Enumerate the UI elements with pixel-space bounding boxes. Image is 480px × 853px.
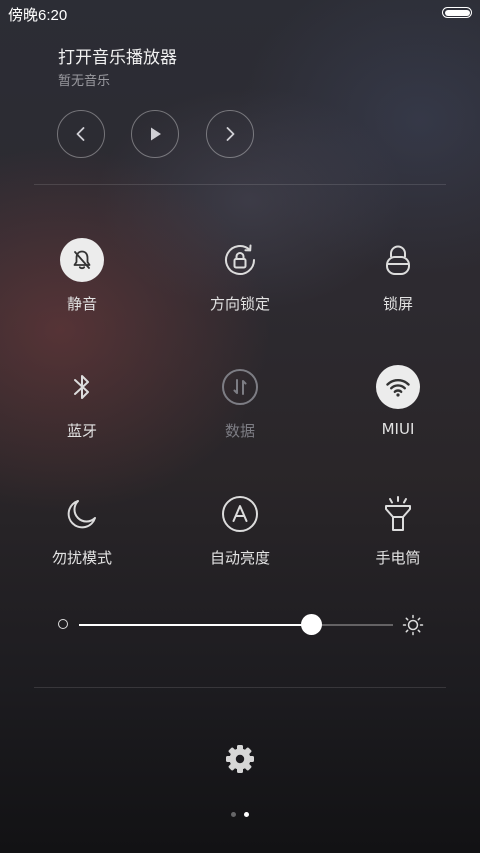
page-dot-current: [244, 812, 249, 817]
divider-top: [34, 184, 446, 185]
next-button[interactable]: [206, 110, 254, 158]
gear-icon[interactable]: [224, 743, 256, 775]
toggle-bluetooth[interactable]: 蓝牙: [17, 365, 147, 455]
mobile-data-icon: [218, 365, 262, 409]
previous-icon: [76, 127, 85, 141]
brightness-low-icon: [58, 619, 68, 629]
battery-fill: [444, 9, 470, 16]
toggle-label: 方向锁定: [209, 295, 270, 313]
auto-brightness-icon: [218, 492, 262, 536]
toggle-auto-brightness[interactable]: 自动亮度: [175, 492, 305, 582]
battery-icon: [442, 7, 472, 18]
toggle-label: 锁屏: [382, 295, 413, 313]
toggle-silent[interactable]: 静音: [17, 238, 147, 328]
flashlight-icon: [376, 492, 420, 536]
wifi-icon: [376, 365, 420, 409]
toggle-flashlight[interactable]: 手电筒: [333, 492, 463, 582]
music-player-subtitle: 暂无音乐: [58, 74, 111, 89]
toggle-mobile-data[interactable]: 数据: [175, 365, 305, 455]
brightness-slider[interactable]: [79, 624, 393, 626]
toggle-lock-screen[interactable]: 锁屏: [333, 238, 463, 328]
play-button[interactable]: [131, 110, 179, 158]
music-player-title[interactable]: 打开音乐播放器: [58, 43, 177, 68]
toggle-label: 自动亮度: [209, 549, 270, 567]
bluetooth-icon: [60, 365, 104, 409]
toggle-label: 蓝牙: [66, 422, 97, 440]
toggle-wifi[interactable]: MIUI: [333, 365, 463, 455]
page-dot: [231, 812, 236, 817]
moon-icon: [60, 492, 104, 536]
status-bar: 傍晚6:20: [0, 0, 480, 26]
toggle-label: 手电筒: [375, 549, 421, 567]
brightness-slider-thumb[interactable]: [301, 614, 323, 635]
toggle-rotation-lock[interactable]: 方向锁定: [175, 238, 305, 328]
toggle-label: 勿扰模式: [51, 549, 112, 567]
next-icon: [226, 127, 235, 141]
brightness-high-icon: [402, 614, 424, 636]
status-time: 傍晚6:20: [8, 7, 68, 24]
divider-bottom: [34, 687, 446, 688]
bell-off-icon: [60, 238, 104, 282]
toggle-label: 静音: [66, 295, 97, 313]
toggle-label: 数据: [224, 422, 255, 440]
play-icon: [151, 127, 161, 141]
previous-button[interactable]: [57, 110, 105, 158]
toggle-label: MIUI: [381, 420, 415, 438]
page-indicator: [0, 812, 480, 817]
toggle-do-not-disturb[interactable]: 勿扰模式: [17, 492, 147, 582]
rotation-lock-icon: [218, 238, 262, 282]
lock-icon: [376, 238, 420, 282]
brightness-slider-fill: [79, 624, 312, 626]
